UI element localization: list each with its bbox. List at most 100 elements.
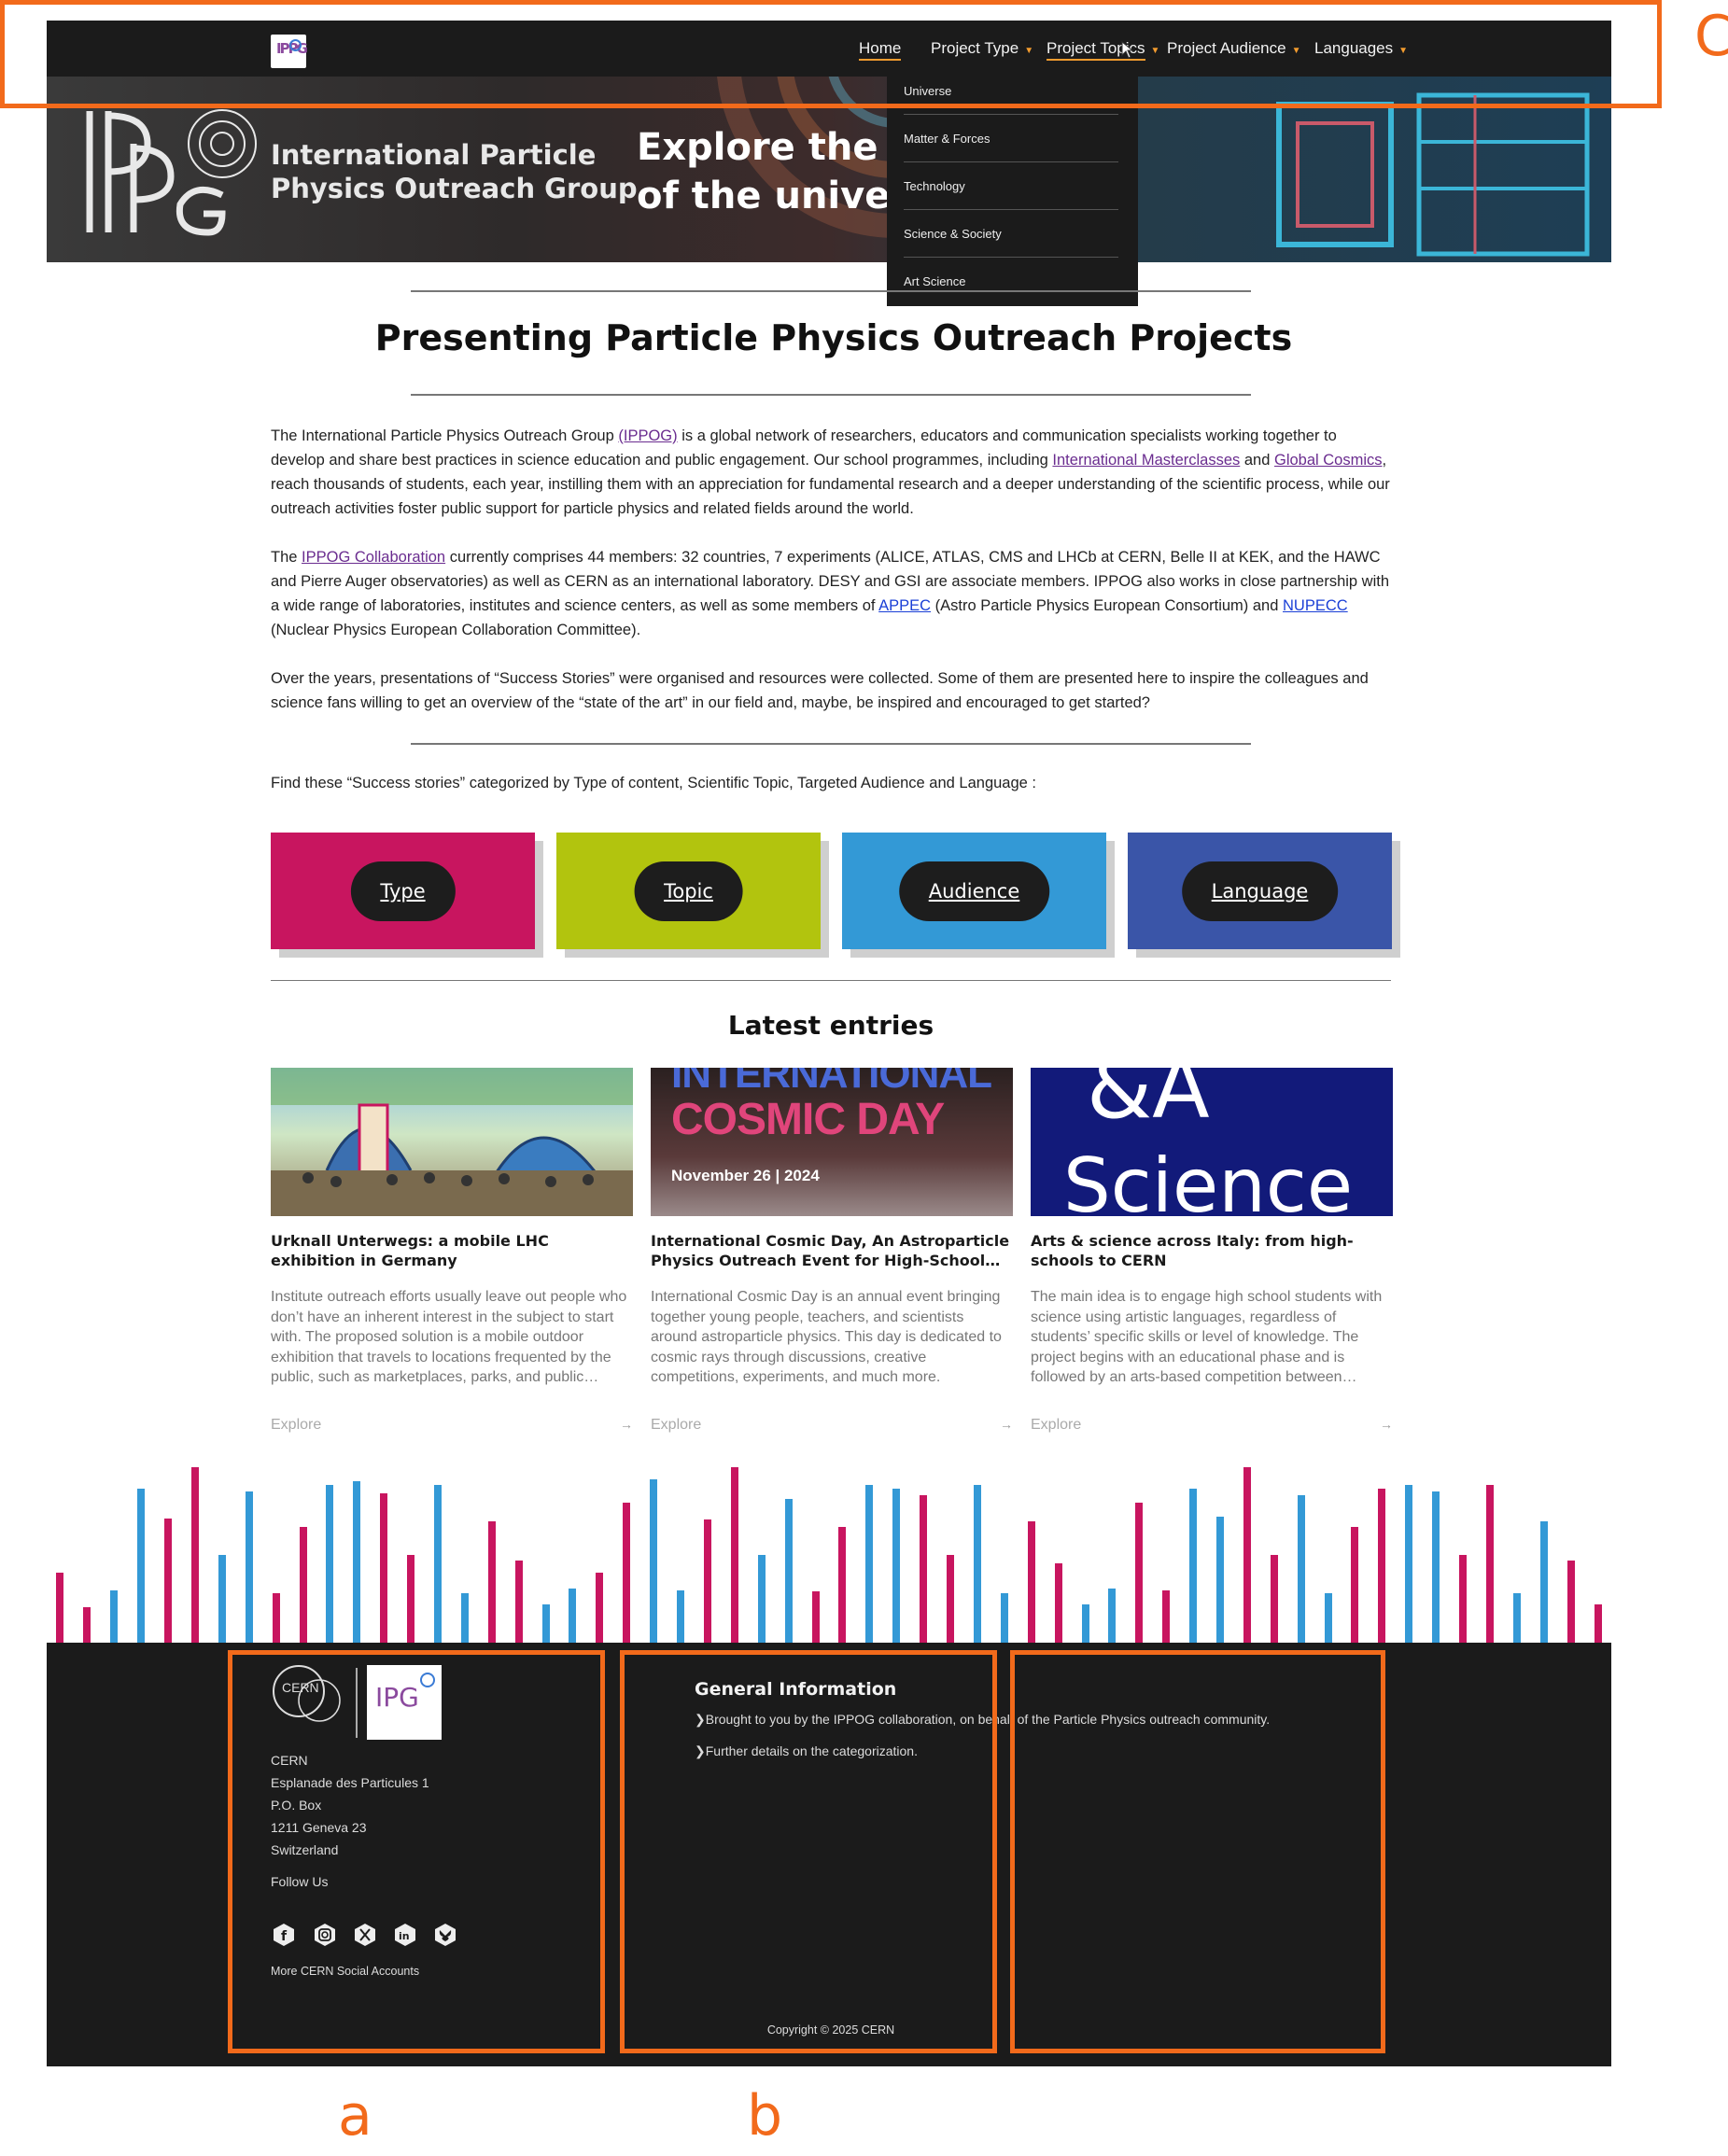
divider xyxy=(271,980,1391,981)
annotation-label-c: C xyxy=(1694,4,1728,69)
type-button[interactable]: Type xyxy=(350,861,456,921)
decorative-bar xyxy=(300,1527,307,1643)
card-image-urknall[interactable] xyxy=(271,1068,633,1216)
intro-paragraph-2: The IPPOG Collaboration currently compri… xyxy=(271,545,1391,642)
decorative-bar xyxy=(1055,1563,1062,1643)
dropdown-item-science-society[interactable]: Science & Society xyxy=(904,210,1118,258)
link-nupecc[interactable]: NUPECC xyxy=(1283,597,1348,614)
annotation-box-a xyxy=(228,1650,605,2053)
explore-label: Explore xyxy=(651,1417,702,1433)
exhibition-photo xyxy=(271,1068,633,1216)
arrow-right-icon: → xyxy=(1380,1417,1393,1432)
card-image-cosmic-day[interactable]: INTERNATIONAL COSMIC DAY November 26 | 2… xyxy=(651,1068,1013,1216)
decorative-bar xyxy=(1028,1521,1035,1643)
decorative-bar xyxy=(380,1493,387,1643)
arrow-right-icon: → xyxy=(620,1417,633,1432)
card-explore-link[interactable]: Explore → xyxy=(271,1417,633,1434)
category-tile-audience: Audience xyxy=(842,833,1106,949)
decorative-bar xyxy=(1486,1485,1494,1643)
category-tile-topic: Topic xyxy=(556,833,821,949)
dropdown-item-label: Technology xyxy=(904,178,965,193)
decorative-bar xyxy=(542,1604,550,1643)
annotation-box-unlabeled xyxy=(1010,1650,1385,2053)
category-tile-language: Language xyxy=(1128,833,1392,949)
decorative-bar xyxy=(650,1479,657,1643)
arrow-right-icon: → xyxy=(1000,1417,1013,1432)
decorative-bar xyxy=(83,1607,91,1643)
decorative-bar xyxy=(1298,1495,1305,1643)
decorative-bar xyxy=(1108,1589,1116,1643)
dropdown-item-label: Art Science xyxy=(904,273,966,288)
card-title[interactable]: Arts & science across Italy: from high-s… xyxy=(1031,1231,1393,1270)
decorative-bar xyxy=(865,1485,873,1643)
decorative-bar xyxy=(1432,1491,1440,1643)
decorative-bar xyxy=(1405,1485,1412,1643)
decorative-bar xyxy=(1595,1604,1602,1643)
decorative-bar xyxy=(704,1519,711,1643)
decorative-bar xyxy=(56,1573,63,1643)
category-tile-type: Type xyxy=(271,833,535,949)
decorative-bar xyxy=(191,1467,199,1643)
card-explore-link[interactable]: Explore → xyxy=(1031,1417,1393,1434)
card-explore-link[interactable]: Explore → xyxy=(651,1417,1013,1434)
card-description: The main idea is to engage high school s… xyxy=(1031,1289,1383,1385)
decorative-bar xyxy=(1135,1503,1143,1643)
decorative-bar xyxy=(273,1593,280,1643)
link-global-cosmics[interactable]: Global Cosmics xyxy=(1274,452,1383,469)
decorative-bar xyxy=(596,1573,603,1643)
hero-detector-graphic xyxy=(1276,92,1590,257)
divider xyxy=(411,290,1251,292)
text: (Nuclear Physics European Collaboration … xyxy=(271,622,641,638)
decorative-bar xyxy=(1216,1517,1224,1643)
text: and xyxy=(1240,452,1274,469)
decorative-bar xyxy=(947,1555,954,1643)
decorative-bar xyxy=(1459,1555,1467,1643)
decorative-bar xyxy=(326,1485,333,1643)
annotation-label-b: b xyxy=(747,2083,783,2149)
decorative-bar xyxy=(731,1467,738,1643)
find-categories-text: Find these “Success stories” categorized… xyxy=(271,775,1037,791)
dropdown-item-matter-forces[interactable]: Matter & Forces xyxy=(904,115,1118,162)
decorative-bar xyxy=(246,1491,253,1643)
card-title[interactable]: Urknall Unterwegs: a mobile LHC exhibiti… xyxy=(271,1231,633,1270)
topic-button[interactable]: Topic xyxy=(634,861,743,921)
link-appec[interactable]: APPEC xyxy=(878,597,931,614)
dropdown-item-art-science[interactable]: Art Science xyxy=(904,258,1118,304)
decorative-bar xyxy=(1567,1561,1575,1643)
card-image-arts-science[interactable]: &A Science xyxy=(1031,1068,1393,1216)
link-ippog[interactable]: (IPPOG) xyxy=(618,427,677,444)
text: (Astro Particle Physics European Consort… xyxy=(931,597,1283,614)
decorative-bar xyxy=(407,1555,414,1643)
card-description: International Cosmic Day is an annual ev… xyxy=(651,1289,1002,1385)
decorative-bar xyxy=(1513,1593,1521,1643)
decorative-bar xyxy=(461,1593,469,1643)
intro-paragraph-1: The International Particle Physics Outre… xyxy=(271,424,1391,521)
card-title[interactable]: International Cosmic Day, An Astropartic… xyxy=(651,1231,1013,1270)
language-button[interactable]: Language xyxy=(1181,861,1339,921)
hero-org-line1: International Particle xyxy=(271,139,597,171)
decorative-bar xyxy=(1243,1467,1251,1643)
explore-label: Explore xyxy=(1031,1417,1082,1433)
text: The International Particle Physics Outre… xyxy=(271,427,619,444)
page-title: Presenting Particle Physics Outreach Pro… xyxy=(374,317,1293,358)
decorative-bar xyxy=(1189,1489,1197,1643)
dropdown-item-technology[interactable]: Technology xyxy=(904,162,1118,210)
audience-button[interactable]: Audience xyxy=(898,861,1050,921)
image-text-amp-a: &A xyxy=(1087,1068,1210,1138)
decorative-bar xyxy=(785,1499,793,1643)
link-ippog-collaboration[interactable]: IPPOG Collaboration xyxy=(302,549,445,566)
decorative-bar xyxy=(488,1521,496,1643)
decorative-bar xyxy=(218,1555,226,1643)
explore-label: Explore xyxy=(271,1417,322,1433)
intro-paragraph-3: Over the years, presentations of “Succes… xyxy=(271,670,1369,711)
image-text-date: November 26 | 2024 xyxy=(671,1167,820,1184)
link-international-masterclasses[interactable]: International Masterclasses xyxy=(1052,452,1240,469)
decorative-bars xyxy=(56,1467,1602,1643)
decorative-bar xyxy=(164,1519,172,1643)
image-text-cosmic-day: COSMIC DAY xyxy=(671,1095,945,1144)
decorative-bar xyxy=(353,1481,360,1643)
divider xyxy=(411,743,1251,745)
decorative-bar xyxy=(1082,1604,1089,1643)
divider xyxy=(411,394,1251,396)
text: The xyxy=(271,549,302,566)
